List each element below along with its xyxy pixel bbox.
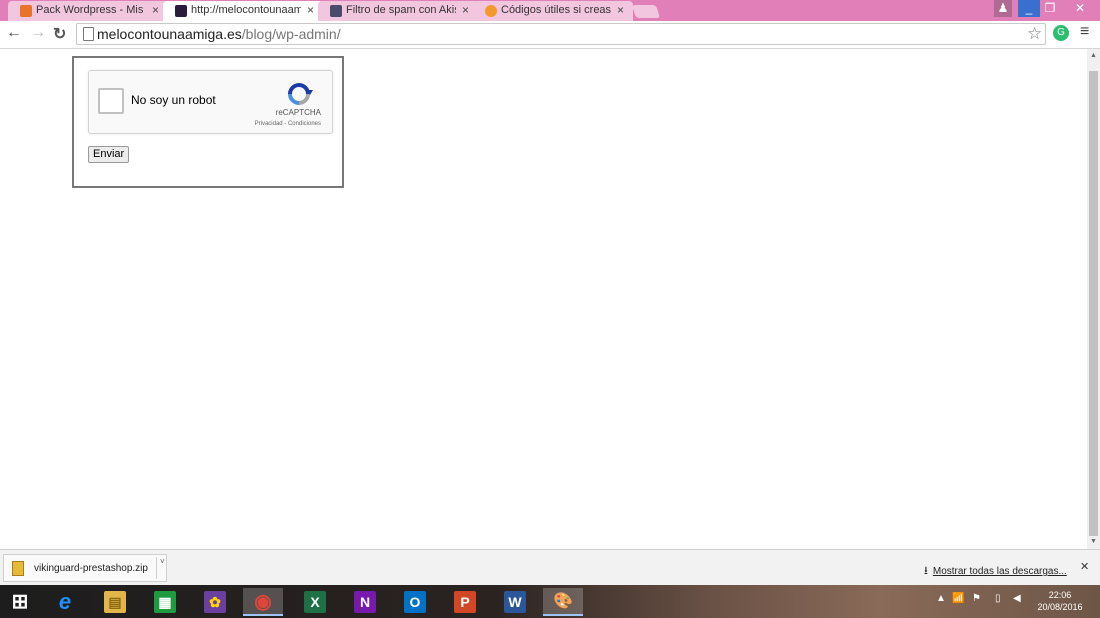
tab-close-icon[interactable]: × [617, 3, 624, 17]
grammarly-extension-icon[interactable]: G [1053, 25, 1069, 41]
bookmark-star-icon[interactable]: ☆ [1027, 24, 1042, 44]
page-info-icon[interactable] [83, 27, 94, 41]
download-shelf: vikinguard-prestashop.zip ˅ ⭳ Mostrar tod… [0, 549, 1100, 586]
system-clock[interactable]: 22:06 20/08/2016 [1030, 589, 1090, 613]
tray-expand-icon[interactable]: ▲ [936, 593, 946, 604]
login-form-box: No soy un robot reCAPTCHA Privacidad - C… [72, 56, 344, 188]
paint-app-icon[interactable]: ✿ [195, 588, 235, 616]
volume-icon[interactable]: ◀ [1013, 593, 1021, 604]
tab-melocontounaamiga[interactable]: http://melocontounaamig... × [163, 1, 323, 21]
internet-explorer-icon[interactable]: e [45, 588, 85, 616]
tab-close-icon[interactable]: × [462, 3, 469, 17]
tab-close-icon[interactable]: × [152, 3, 159, 17]
tab-title: http://melocontounaamig... [191, 4, 301, 16]
submit-button[interactable]: Enviar [88, 146, 130, 163]
action-center-flag-icon[interactable]: ⚑ [972, 593, 981, 604]
outlook-icon[interactable]: O [395, 588, 435, 616]
recaptcha-brand: reCAPTCHA [275, 108, 321, 117]
recaptcha-privacy-links[interactable]: Privacidad - Condiciones [229, 121, 321, 127]
tab-codigos-utiles[interactable]: Códigos útiles si creas fo... × [473, 1, 633, 21]
close-window-icon[interactable]: ✕ [1062, 0, 1098, 17]
site-favicon-icon [175, 5, 187, 17]
codigos-favicon-icon [485, 5, 497, 17]
blog-favicon-icon [330, 5, 342, 17]
browser-tab-strip: Pack Wordpress - Mis Ap... × http://melo… [0, 0, 1100, 21]
scroll-down-arrow-icon[interactable]: ▼ [1090, 538, 1097, 545]
tab-title: Pack Wordpress - Mis Ap... [36, 4, 146, 16]
store-icon[interactable]: ▦ [145, 588, 185, 616]
chrome-menu-icon[interactable]: ≡ [1080, 23, 1089, 41]
recaptcha-checkbox[interactable] [98, 88, 124, 114]
zip-file-icon [12, 561, 24, 576]
download-options-icon[interactable]: ˅ [156, 557, 165, 579]
tab-pack-wordpress[interactable]: Pack Wordpress - Mis Ap... × [8, 1, 168, 21]
scroll-up-arrow-icon[interactable]: ▲ [1090, 52, 1097, 59]
chrome-icon[interactable]: ◉ [243, 588, 283, 616]
recaptcha-label: No soy un robot [131, 93, 216, 107]
restore-icon[interactable]: ❐ [1040, 0, 1060, 17]
windows-start-icon[interactable]: ⊞ [0, 588, 40, 616]
scrollbar-thumb[interactable] [1089, 71, 1098, 536]
tab-filtro-spam[interactable]: Filtro de spam con Akism... × [318, 1, 478, 21]
user-profile-icon[interactable]: ♟ [994, 0, 1012, 17]
page-content: No soy un robot reCAPTCHA Privacidad - C… [0, 49, 1087, 549]
clock-date: 20/08/2016 [1037, 602, 1083, 612]
excel-icon[interactable]: X [295, 588, 335, 616]
new-tab-button[interactable] [631, 5, 661, 18]
onenote-icon[interactable]: N [345, 588, 385, 616]
back-arrow-icon[interactable]: ← [6, 24, 22, 42]
tab-close-icon[interactable]: × [307, 3, 314, 17]
forward-arrow-icon[interactable]: → [30, 24, 46, 42]
pack-favicon-icon [20, 5, 32, 17]
powerpoint-icon[interactable]: P [445, 588, 485, 616]
recaptcha-widget: No soy un robot reCAPTCHA Privacidad - C… [88, 70, 333, 134]
tab-title: Filtro de spam con Akism... [346, 4, 456, 16]
address-bar[interactable]: melocontounaamiga.es/blog/wp-admin/ ☆ [76, 23, 1046, 45]
paint-palette-icon[interactable]: 🎨 [543, 588, 583, 616]
minimize-icon[interactable]: _ [1018, 0, 1040, 17]
url-text: melocontounaamiga.es/blog/wp-admin/ [97, 26, 341, 42]
windows-taskbar: ⊞ e ▤ ▦ ✿ ◉ X N O P W 🎨 ▲ 📶 ⚑ ▯ ◀ 22:06 … [0, 585, 1100, 618]
close-shelf-icon[interactable]: ✕ [1080, 560, 1089, 573]
vertical-scrollbar[interactable]: ▲ ▼ [1087, 49, 1100, 549]
download-item[interactable]: vikinguard-prestashop.zip ˅ [3, 554, 167, 582]
battery-icon[interactable]: ▯ [995, 593, 1001, 604]
download-file-name: vikinguard-prestashop.zip [34, 563, 148, 574]
network-signal-icon[interactable]: 📶 [952, 593, 964, 604]
word-icon[interactable]: W [495, 588, 535, 616]
tab-title: Códigos útiles si creas fo... [501, 4, 611, 16]
file-explorer-icon[interactable]: ▤ [95, 588, 135, 616]
show-all-downloads-link[interactable]: ⭳ Mostrar todas las descargas... [924, 562, 1067, 581]
browser-toolbar: ← → ↻ melocontounaamiga.es/blog/wp-admin… [0, 21, 1100, 49]
recaptcha-logo-icon [288, 83, 313, 105]
clock-time: 22:06 [1048, 590, 1072, 600]
download-icon: ⭳ [924, 565, 928, 577]
reload-icon[interactable]: ↻ [53, 24, 66, 44]
